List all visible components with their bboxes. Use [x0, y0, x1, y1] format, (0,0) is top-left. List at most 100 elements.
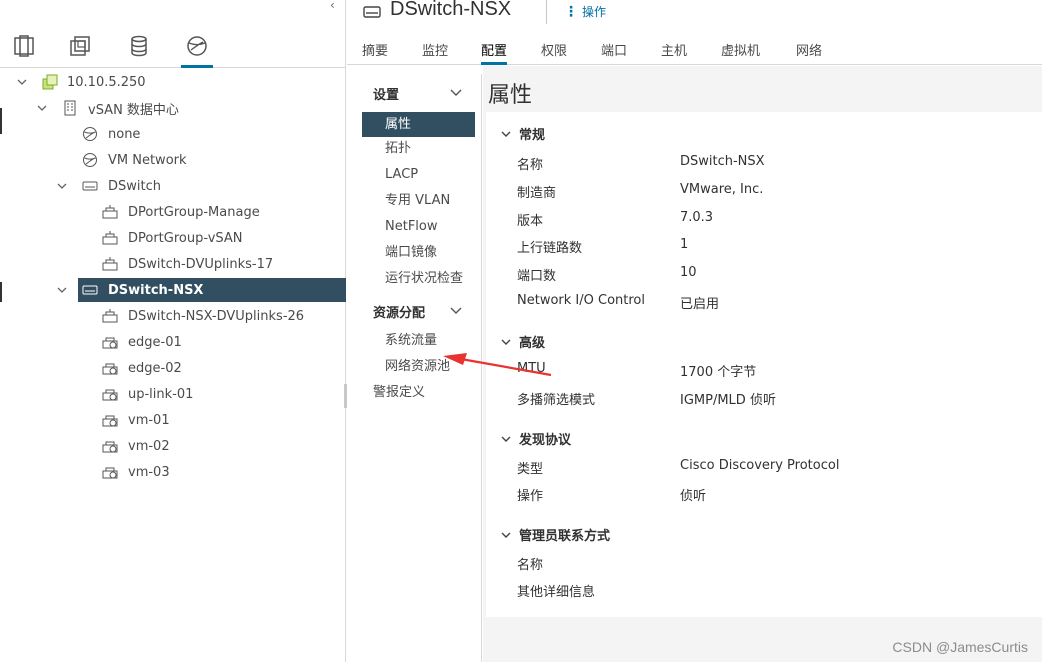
- property-label: 名称: [517, 158, 544, 173]
- chevron-down-icon[interactable]: [449, 303, 463, 317]
- tree-item-portgroup[interactable]: DSwitch-NSX-DVUplinks-26: [0, 304, 346, 328]
- chevron-down-icon[interactable]: [36, 102, 48, 114]
- subnav-item-lacp[interactable]: LACP: [362, 162, 475, 187]
- tab-configure[interactable]: 配置: [481, 40, 508, 65]
- chevron-down-icon[interactable]: [16, 76, 28, 88]
- subnav-item-properties[interactable]: 属性: [362, 112, 475, 137]
- tree-item-segment[interactable]: edge-01: [0, 330, 346, 354]
- tab-monitor[interactable]: 监控: [422, 40, 448, 65]
- tree-item-segment[interactable]: vm-01: [0, 408, 346, 432]
- subnav-item-netflow[interactable]: NetFlow: [362, 214, 475, 239]
- tab-networks[interactable]: 网络: [796, 40, 822, 65]
- tree-item-datacenter[interactable]: vSAN 数据中心: [0, 96, 346, 120]
- main-area: DSwitch-NSX ⋮ 操作 摘要 监控 配置 权限 端口 主机 虚拟机 网…: [347, 0, 1042, 662]
- subnav-item-health-check[interactable]: 运行状况检查: [362, 266, 475, 291]
- tab-hosts[interactable]: 主机: [661, 40, 687, 65]
- property-label: 其他详细信息: [517, 585, 596, 600]
- tree-item-label: edge-01: [128, 334, 182, 350]
- tree-item-label: vm-02: [128, 438, 170, 454]
- subnav-item-system-traffic[interactable]: 系统流量: [362, 328, 475, 353]
- vsphere-client: ‹ 10.10.5.250 vSAN 数据中心 none VM Network …: [0, 0, 1042, 662]
- tab-vms[interactable]: 虚拟机: [721, 40, 760, 65]
- subnav-group-settings[interactable]: 设置: [373, 84, 399, 103]
- navigator-tabs: [0, 26, 346, 68]
- property-value: 1700 个字节: [680, 365, 757, 380]
- network-icon: [82, 126, 98, 142]
- tree-item-segment[interactable]: up-link-01: [0, 382, 346, 406]
- property-row: 其他详细信息: [517, 581, 1037, 603]
- section-title: 发现协议: [519, 433, 572, 448]
- subnav-item-alarm-definitions[interactable]: 警报定义: [362, 380, 475, 405]
- chevron-down-icon: [501, 436, 511, 442]
- chevron-down-icon[interactable]: [56, 180, 68, 192]
- subnav-item-pvlan[interactable]: 专用 VLAN: [362, 188, 475, 213]
- chevron-down-icon: [501, 131, 511, 137]
- tree-item-portgroup[interactable]: DPortGroup-vSAN: [0, 226, 346, 250]
- property-label: 操作: [517, 489, 544, 504]
- actions-menu-button[interactable]: ⋮ 操作: [564, 3, 606, 20]
- tree-item-vcenter[interactable]: 10.10.5.250: [0, 70, 346, 94]
- tree-item-label: up-link-01: [128, 386, 194, 402]
- network-icon: [82, 152, 98, 168]
- property-row: 端口数 10: [517, 265, 1037, 287]
- tab-permissions[interactable]: 权限: [541, 40, 567, 65]
- property-value: 7.0.3: [680, 210, 714, 225]
- section-admin-contact-toggle[interactable]: 管理员联系方式: [501, 525, 610, 544]
- subnav-group-resource-allocation[interactable]: 资源分配: [373, 302, 425, 321]
- tree-item-network[interactable]: VM Network: [0, 148, 346, 172]
- section-discovery-toggle[interactable]: 发现协议: [501, 429, 571, 448]
- tree-item-label: VM Network: [108, 152, 187, 168]
- property-label: 类型: [517, 462, 544, 477]
- vcenter-icon: [42, 74, 58, 90]
- tree-item-dswitch-nsx[interactable]: DSwitch-NSX: [0, 278, 346, 302]
- section-advanced-toggle[interactable]: 高级: [501, 332, 545, 351]
- chevron-down-icon: [501, 532, 511, 538]
- subnav-item-port-mirroring[interactable]: 端口镜像: [362, 240, 475, 265]
- tree-item-segment[interactable]: vm-03: [0, 460, 346, 484]
- tree-item-label: DPortGroup-Manage: [128, 204, 260, 220]
- collapse-navigator-icon[interactable]: ‹: [330, 0, 342, 12]
- tab-storage[interactable]: [123, 34, 155, 68]
- subnav-item-topology[interactable]: 拓扑: [362, 136, 475, 161]
- property-row: 多播筛选模式 IGMP/MLD 侦听: [517, 389, 1037, 411]
- tree-item-label: edge-02: [128, 360, 182, 376]
- tab-summary[interactable]: 摘要: [362, 40, 388, 65]
- properties-content: 属性 常规 名称 DSwitch-NSX 制造商 VMware, Inc. 版本: [483, 66, 1042, 662]
- hosts-clusters-icon: [14, 35, 34, 57]
- chevron-down-icon[interactable]: [449, 85, 463, 99]
- portgroup-icon: [102, 204, 118, 220]
- tree-item-label: vm-03: [128, 464, 170, 480]
- tab-vms-templates[interactable]: [64, 34, 96, 68]
- property-row: 名称 DSwitch-NSX: [517, 154, 1037, 176]
- content-title: 属性: [488, 83, 533, 108]
- chevron-down-icon[interactable]: [56, 284, 68, 296]
- tab-networking[interactable]: [181, 34, 213, 68]
- tree-item-portgroup[interactable]: DPortGroup-Manage: [0, 200, 346, 224]
- navigator-panel: ‹ 10.10.5.250 vSAN 数据中心 none VM Network …: [0, 0, 346, 662]
- dswitch-icon: [82, 282, 98, 298]
- tab-hosts-clusters[interactable]: [8, 34, 40, 68]
- property-row: Network I/O Control 已启用: [517, 293, 1037, 315]
- object-tabs: 摘要 监控 配置 权限 端口 主机 虚拟机 网络: [347, 36, 1042, 65]
- tree-item-dswitch[interactable]: DSwitch: [0, 174, 346, 198]
- datacenter-icon: [62, 100, 78, 116]
- property-label: 端口数: [517, 269, 557, 284]
- tree-item-segment[interactable]: edge-02: [0, 356, 346, 380]
- property-label: Network I/O Control: [517, 293, 645, 308]
- nsx-segment-icon: [102, 464, 118, 480]
- tree-item-portgroup[interactable]: DSwitch-DVUplinks-17: [0, 252, 346, 276]
- vertical-dots-icon: ⋮: [564, 3, 578, 20]
- property-label: 制造商: [517, 186, 557, 201]
- tree-item-network[interactable]: none: [0, 122, 346, 146]
- nsx-segment-icon: [102, 334, 118, 350]
- property-value: VMware, Inc.: [680, 182, 764, 197]
- property-row: 名称: [517, 554, 1037, 576]
- tab-ports[interactable]: 端口: [601, 40, 627, 65]
- object-header: DSwitch-NSX ⋮ 操作: [347, 0, 1042, 26]
- tree-item-segment[interactable]: vm-02: [0, 434, 346, 458]
- property-row: 操作 侦听: [517, 485, 1037, 507]
- section-general-toggle[interactable]: 常规: [501, 124, 545, 143]
- tree-item-label: DSwitch: [108, 178, 161, 194]
- property-value: Cisco Discovery Protocol: [680, 458, 840, 473]
- tree-item-label: vSAN 数据中心: [88, 102, 179, 118]
